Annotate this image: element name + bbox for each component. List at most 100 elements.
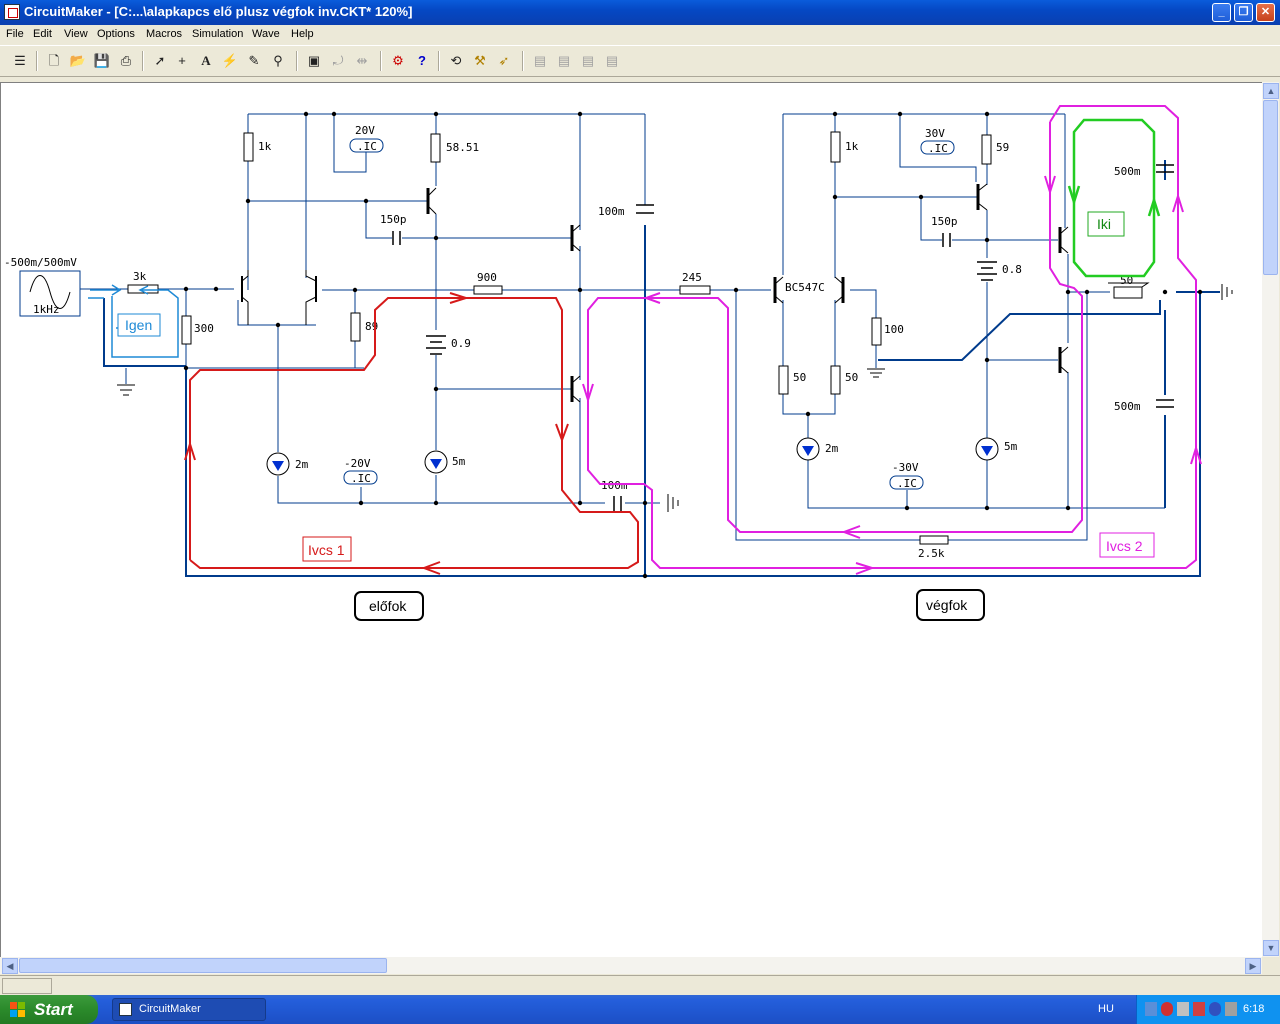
menu-bar: File Edit View Options Macros Simulation…: [0, 25, 1280, 46]
menu-macros[interactable]: Macros: [146, 28, 182, 40]
ivcs2-loop: [582, 105, 1202, 575]
toolbar: ☰ 🗋 📂 💾 ⎙ ➚ + A ⚡ ✎ ⚲ ▣ ⤾ ⇹ ⚙ ? ⟲ ⚒ ➶ ▤ …: [0, 46, 1280, 77]
iki-loop: [1067, 118, 1161, 278]
scroll-right-icon[interactable]: ▶: [1245, 958, 1261, 974]
scroll-up-icon[interactable]: ▲: [1263, 83, 1279, 99]
clock[interactable]: 6:18: [1243, 1003, 1264, 1015]
label-batt-08: 0.8: [1002, 263, 1022, 276]
label-500m-a: 500m: [1114, 165, 1141, 178]
label-n30v: -30V: [892, 461, 919, 474]
usb-icon[interactable]: [1225, 1002, 1237, 1016]
magic-wand-icon[interactable]: ⚒: [470, 51, 490, 71]
label-5m-b: 5m: [1004, 440, 1018, 453]
label-25k: 2.5k: [918, 547, 945, 560]
power-stage-label: végfok: [926, 597, 968, 613]
menu-options[interactable]: Options: [97, 28, 135, 40]
resistor-59[interactable]: [981, 134, 992, 165]
probe-lightning-icon[interactable]: ⚡: [220, 51, 240, 71]
label-59: 59: [996, 141, 1009, 154]
new-file-icon[interactable]: 🗋: [44, 51, 64, 71]
title-bar[interactable]: CircuitMaker - [C:...\alapkapcs elő plus…: [0, 0, 1280, 25]
scroll-left-icon[interactable]: ◀: [2, 958, 18, 974]
help-icon[interactable]: ?: [412, 51, 432, 71]
close-button[interactable]: ✕: [1256, 3, 1275, 22]
save-disk-icon[interactable]: 💾: [92, 51, 112, 71]
start-button[interactable]: Start: [0, 995, 98, 1024]
disabled-tool-4-icon[interactable]: ▤: [602, 51, 622, 71]
label-2m-b: 2m: [825, 442, 839, 455]
label-100m-a: 100m: [598, 205, 625, 218]
maximize-button[interactable]: ❐: [1234, 3, 1253, 22]
menu-help[interactable]: Help: [291, 28, 314, 40]
toolbar-separator: [36, 51, 38, 71]
resistor-89[interactable]: [350, 312, 361, 342]
scroll-down-icon[interactable]: ▼: [1263, 940, 1279, 956]
text-tool-icon[interactable]: A: [196, 51, 216, 71]
resistor-5851[interactable]: [430, 133, 441, 163]
vertical-scroll-thumb[interactable]: [1263, 100, 1278, 275]
label-20v: 20V: [355, 124, 375, 137]
pen-icon[interactable]: ✎: [244, 51, 264, 71]
toolbar-separator: [380, 51, 382, 71]
preamp-stage-label: előfok: [369, 598, 407, 614]
menu-file[interactable]: File: [6, 28, 24, 40]
window-title: CircuitMaker - [C:...\alapkapcs elő plus…: [24, 4, 413, 19]
label-ic-d: .IC: [897, 477, 917, 490]
menu-wave[interactable]: Wave: [252, 28, 280, 40]
label-300: 300: [194, 322, 214, 335]
status-pane: [2, 978, 52, 994]
ivcs2-label: Ivcs 2: [1106, 538, 1143, 554]
bluetooth-icon[interactable]: [1209, 1002, 1221, 1016]
print-icon[interactable]: ⎙: [116, 51, 136, 71]
antivirus-icon[interactable]: [1193, 1002, 1205, 1016]
resistor-50-b[interactable]: [830, 365, 841, 395]
ivcs1-loop: [184, 292, 639, 575]
undo-icon[interactable]: ⟲: [446, 51, 466, 71]
resistors: [127, 131, 992, 545]
taskbar-circuitmaker[interactable]: CircuitMaker: [112, 998, 266, 1021]
volume-icon[interactable]: [1177, 1002, 1189, 1016]
igen-label: Igen: [125, 317, 152, 333]
start-label: Start: [34, 1000, 73, 1019]
app-icon[interactable]: [4, 4, 20, 20]
network-icon[interactable]: [1145, 1002, 1157, 1016]
power-wires: [710, 113, 1165, 541]
resistor-100[interactable]: [871, 317, 882, 346]
run-icon[interactable]: ➶: [494, 51, 514, 71]
disabled-tool-1-icon[interactable]: ▤: [530, 51, 550, 71]
wire-cross-icon[interactable]: +: [172, 51, 192, 71]
toolbar-separator: [438, 51, 440, 71]
status-bar: [0, 975, 1280, 996]
label-ic-b: .IC: [351, 472, 371, 485]
resistor-25k[interactable]: [919, 535, 949, 545]
resistor-900[interactable]: [473, 285, 503, 295]
language-indicator[interactable]: HU: [1098, 1003, 1114, 1015]
security-shield-icon[interactable]: [1161, 1002, 1173, 1016]
label-bc547c: BC547C: [785, 281, 825, 294]
resistor-50-a[interactable]: [778, 365, 789, 395]
fault-icon[interactable]: ⚙: [388, 51, 408, 71]
schematic-canvas[interactable]: -500m/500mV 1kHz 3k 300 1k 20V .IC 58.51…: [0, 82, 1263, 957]
menu-view[interactable]: View: [64, 28, 88, 40]
label-2m-a: 2m: [295, 458, 309, 471]
menu-edit[interactable]: Edit: [33, 28, 52, 40]
arrow-select-icon[interactable]: ➚: [150, 51, 170, 71]
label-batt-09: 0.9: [451, 337, 471, 350]
resistor-300[interactable]: [181, 315, 192, 345]
label-n20v: -20V: [344, 457, 371, 470]
minimize-button[interactable]: _: [1212, 3, 1231, 22]
resistor-1k-a[interactable]: [243, 132, 254, 162]
menu-simulation[interactable]: Simulation: [192, 28, 243, 40]
resistor-1k-b[interactable]: [830, 131, 841, 163]
component-library-icon[interactable]: ☰: [10, 51, 30, 71]
horizontal-scroll-thumb[interactable]: [19, 958, 387, 973]
rotate-icon[interactable]: ⤾: [328, 51, 348, 71]
resistor-245[interactable]: [679, 285, 711, 295]
label-5m-a: 5m: [452, 455, 466, 468]
disabled-tool-2-icon[interactable]: ▤: [554, 51, 574, 71]
zoom-icon[interactable]: ⚲: [268, 51, 288, 71]
open-folder-icon[interactable]: 📂: [68, 51, 88, 71]
disabled-tool-3-icon[interactable]: ▤: [578, 51, 598, 71]
zoom-box-icon[interactable]: ▣: [304, 51, 324, 71]
mirror-icon[interactable]: ⇹: [352, 51, 372, 71]
